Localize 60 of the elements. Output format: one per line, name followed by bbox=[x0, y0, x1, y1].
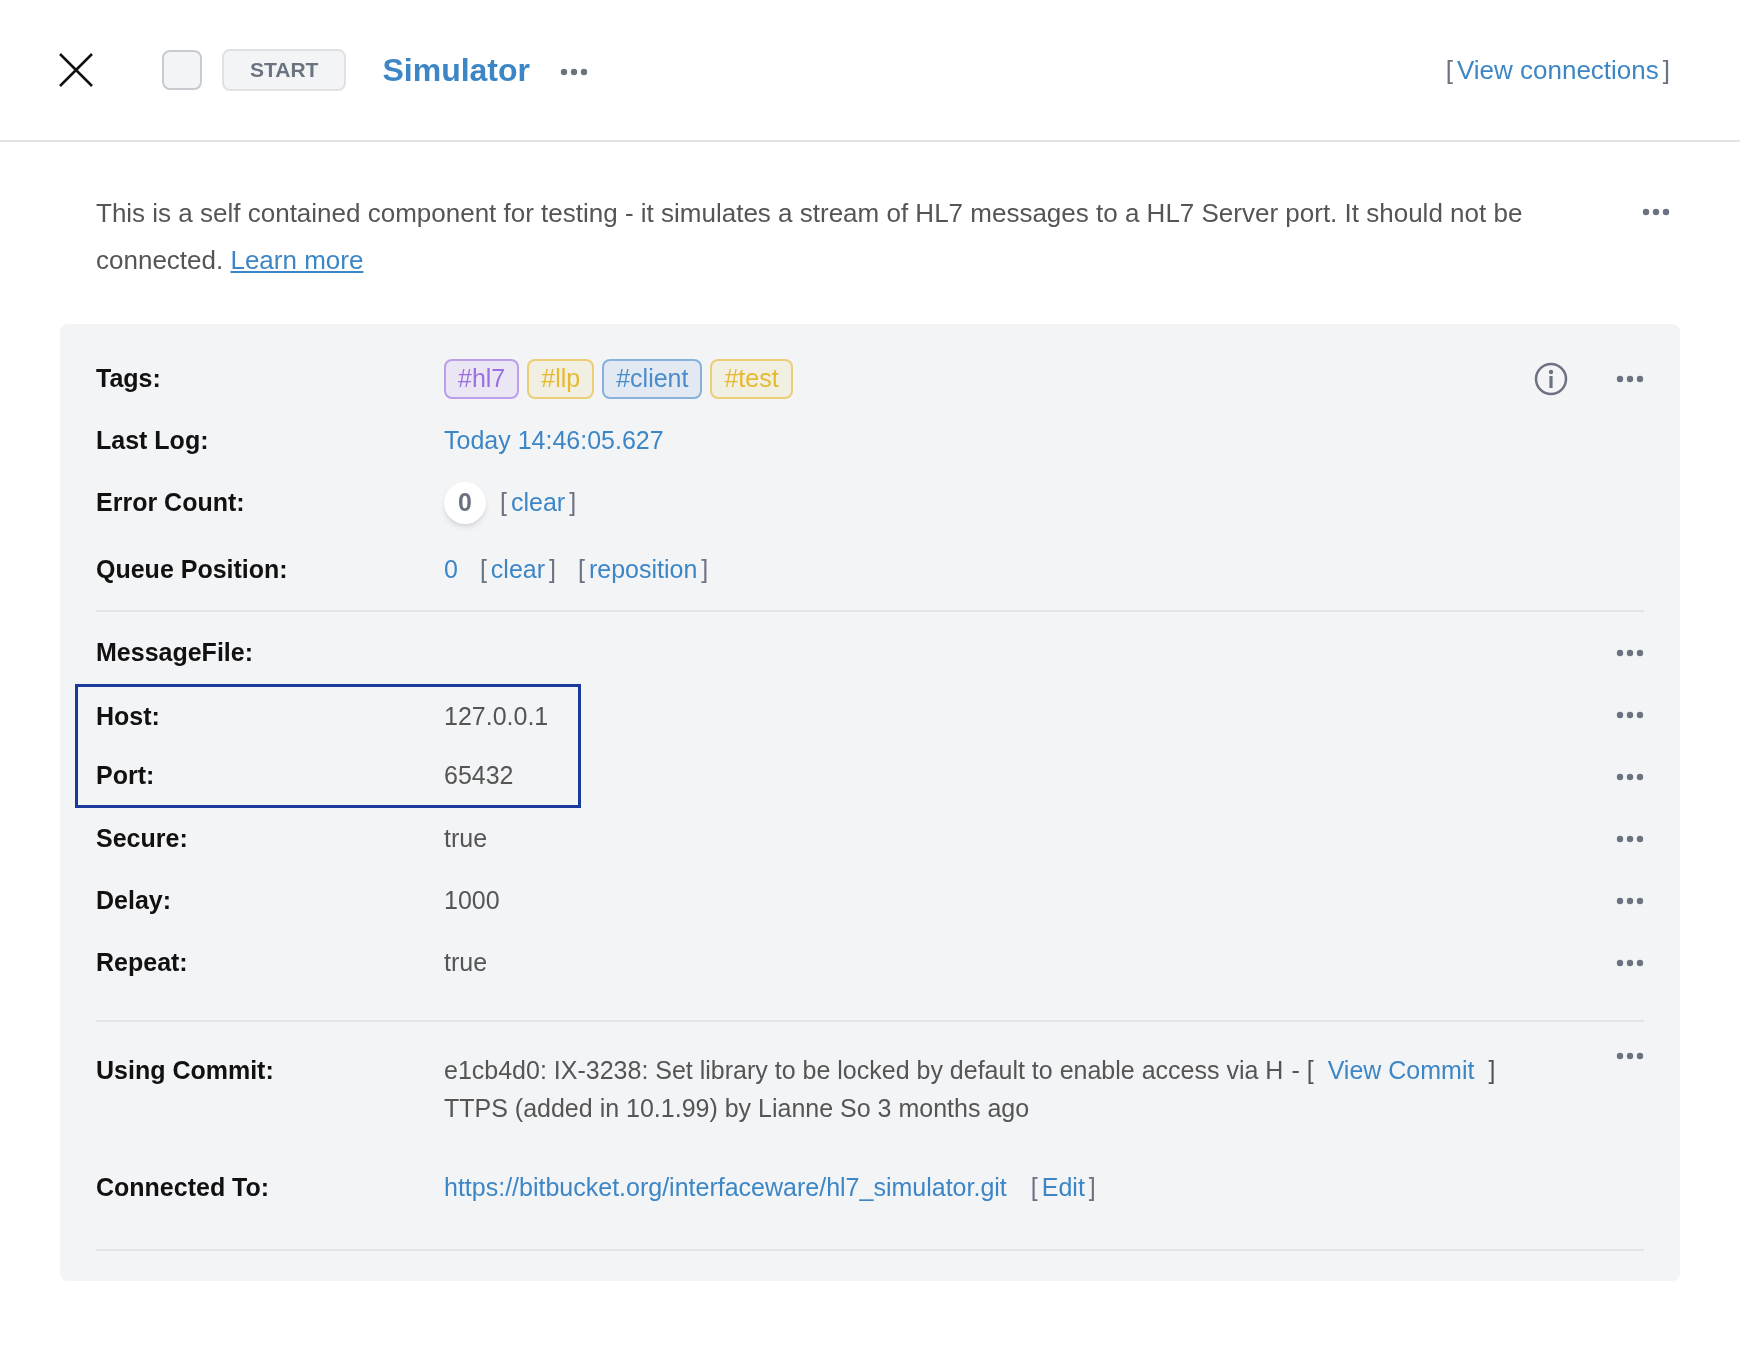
field-label: Using Commit: bbox=[96, 1055, 275, 1086]
link[interactable]: View connections bbox=[1456, 50, 1659, 90]
info-icon[interactable] bbox=[1534, 362, 1568, 396]
link[interactable]: Edit bbox=[1041, 1169, 1085, 1207]
field-value: 1000 bbox=[444, 885, 500, 917]
field-label: Repeat: bbox=[96, 947, 189, 979]
field-label: Error Count: bbox=[96, 487, 246, 519]
field-value: 127.0.0.1 bbox=[444, 700, 549, 732]
field-value: true bbox=[444, 947, 488, 979]
queue-position-value[interactable]: 0 bbox=[444, 551, 458, 589]
bracket: ] bbox=[701, 554, 709, 586]
field-label: Connected To: bbox=[96, 1172, 271, 1204]
bracket: [ bbox=[479, 554, 487, 586]
field-label: Queue Position: bbox=[96, 554, 289, 586]
tag[interactable]: #hl7 bbox=[444, 359, 520, 399]
more-options-icon[interactable] bbox=[1616, 711, 1644, 719]
field-value: 65432 bbox=[444, 759, 514, 791]
learn-more-link[interactable]: Learn more bbox=[230, 245, 364, 275]
view-commit-link[interactable]: View Commit bbox=[1321, 1052, 1481, 1090]
section-heading: MessageFile: bbox=[96, 637, 254, 669]
more-options-icon[interactable] bbox=[1616, 1052, 1644, 1060]
field-label: Secure: bbox=[96, 823, 189, 855]
more-options-icon[interactable] bbox=[1616, 375, 1644, 383]
link[interactable]: clear bbox=[490, 551, 546, 589]
more-options-icon[interactable] bbox=[1616, 897, 1644, 905]
bracket: [ bbox=[578, 554, 585, 586]
field-label: Delay: bbox=[96, 885, 173, 917]
bracket: [ bbox=[1445, 53, 1453, 87]
description-text: This is a self contained component for testing - it simulates a stream of HL7 messages to a HL7 Server port. It should not be connected. Learn more bbox=[96, 197, 1524, 277]
more-options-icon[interactable] bbox=[1616, 835, 1644, 843]
separator: - [ bbox=[1291, 1055, 1314, 1086]
bracket: [ bbox=[1030, 1172, 1038, 1204]
more-options-icon[interactable] bbox=[1616, 649, 1644, 657]
bracket: ] bbox=[569, 487, 577, 519]
bracket: ] bbox=[1488, 1055, 1496, 1086]
field-label: Port: bbox=[96, 759, 156, 791]
field-label: Host: bbox=[96, 700, 161, 732]
link[interactable]: reposition bbox=[588, 551, 698, 589]
repository-link[interactable]: https://bitbucket.org/interfaceware/hl7_simulator.git bbox=[444, 1169, 1007, 1207]
window-title: Simulator bbox=[382, 51, 530, 90]
tag[interactable]: #client bbox=[602, 359, 703, 399]
bracket: ] bbox=[1088, 1172, 1096, 1204]
last-log-link[interactable]: Today 14:46:05.627 bbox=[444, 422, 664, 460]
commit-message: e1cb4d0: IX-3238: Set library to be locked by default to enable access via H bbox=[444, 1055, 1284, 1086]
bracket: [ bbox=[500, 487, 507, 519]
more-options-icon[interactable] bbox=[1616, 773, 1644, 781]
close-icon[interactable] bbox=[58, 52, 94, 88]
start-button[interactable]: START bbox=[222, 49, 347, 91]
bracket: ] bbox=[549, 554, 556, 586]
link[interactable]: clear bbox=[510, 484, 566, 522]
commit-message: TTPS (added in 10.1.99) by Lianne So 3 months ago bbox=[444, 1092, 1031, 1124]
error-count-badge: 0 bbox=[444, 482, 486, 524]
bracket: ] bbox=[1662, 53, 1670, 87]
field-label: Last Log: bbox=[96, 425, 210, 457]
more-options-icon[interactable] bbox=[1616, 959, 1644, 967]
field-label: Tags: bbox=[96, 363, 162, 395]
checkbox[interactable] bbox=[162, 50, 202, 90]
more-options-icon[interactable] bbox=[1642, 208, 1670, 216]
more-options-icon[interactable] bbox=[560, 68, 588, 76]
field-value: true bbox=[444, 823, 488, 855]
